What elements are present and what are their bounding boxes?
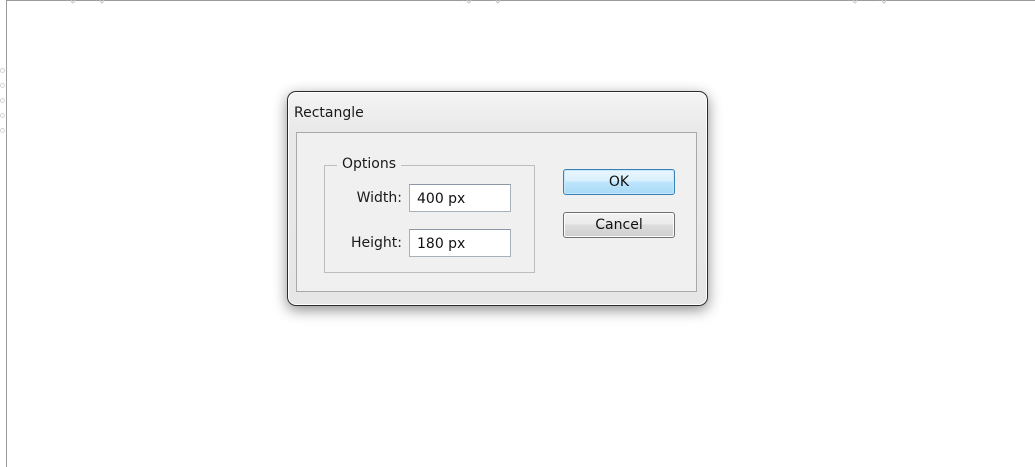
watermark-mark: ⁀∿⁀∿⁀ xyxy=(447,0,520,8)
dialog-title: Rectangle xyxy=(294,105,364,121)
watermark-mark: ⁀∿⁀∿⁀ xyxy=(51,0,124,8)
ok-button[interactable]: OK xyxy=(563,169,675,195)
rectangle-dialog: Rectangle Options Width: Height: OK Canc… xyxy=(287,91,708,306)
options-group: Options Width: Height: xyxy=(324,156,535,273)
cancel-button[interactable]: Cancel xyxy=(563,212,675,238)
width-field[interactable] xyxy=(409,184,511,212)
height-field[interactable] xyxy=(409,229,511,257)
height-row: Height: xyxy=(325,229,534,257)
height-label: Height: xyxy=(351,235,402,251)
watermark-mark: ⁀∿⁀∿⁀ xyxy=(833,0,906,8)
width-label: Width: xyxy=(356,190,402,206)
width-row: Width: xyxy=(325,184,534,212)
left-edge-marks xyxy=(0,58,6,168)
dialog-client-area: Options Width: Height: OK Cancel xyxy=(296,132,697,292)
options-group-legend: Options xyxy=(337,156,402,172)
